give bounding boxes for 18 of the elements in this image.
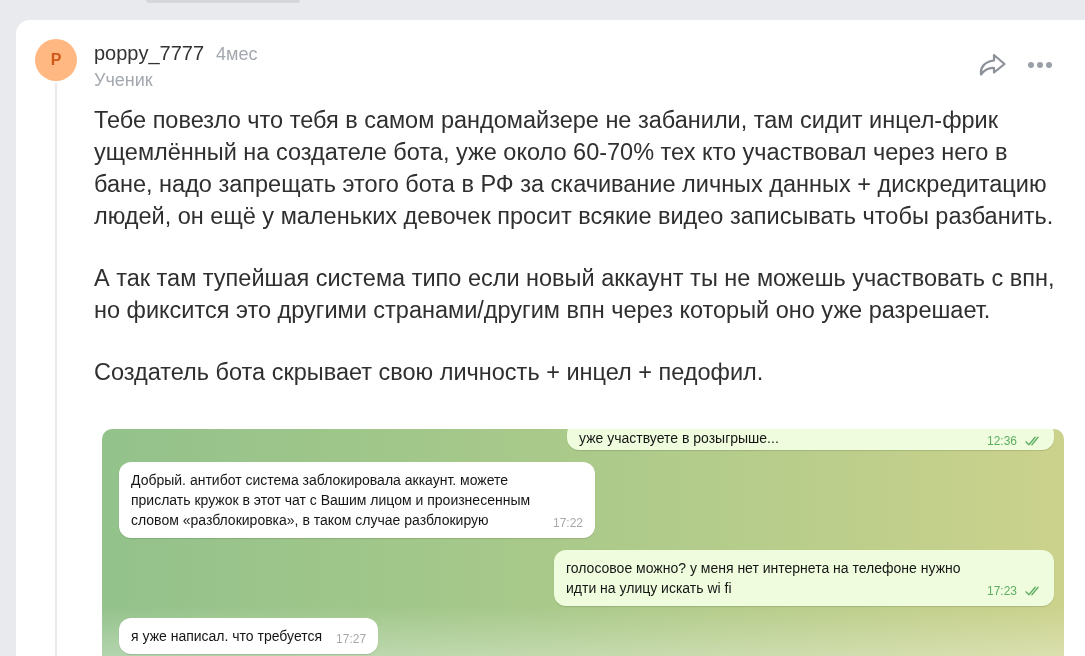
message-time: 17:27: [336, 631, 367, 648]
message-text: уже участвуете в розыгрыше...: [579, 429, 780, 448]
more-icon: [1028, 61, 1052, 68]
message-time: 12:36: [986, 433, 1017, 450]
share-button[interactable]: [978, 53, 1006, 76]
message-text: я уже написал. что требуется: [131, 627, 323, 646]
message-time: 17:22: [552, 515, 583, 532]
share-icon: [978, 53, 1006, 76]
username[interactable]: poppy_7777: [94, 41, 205, 65]
message-text: Добрый. антибот система заблокировала аккаунт. можете прислать кружок в этот чат с Вашим лицом и произнесенным словом «разблокировка», в таком случае разблокирую: [131, 471, 532, 530]
comment-paragraph: А так там тупейшая система типо если новый аккаунт ты не можешь участвовать с впн, но фиксится это другими странами/другим впн через который оно уже разрешает.: [94, 264, 1056, 325]
comment-paragraph: Тебе повезло что тебя в самом рандомайзере не забанили, там сидит инцел-фрик ущемлённый на создателе бота, уже около 60-70% тех кто участвовал через него в бане, надо запрещать этого бота в РФ за скачивание личных данных + дискредитацию людей, он ещё у маленьких девочек просит всякие видео записывать чтобы разбанить.: [94, 106, 1055, 231]
message-text: голосовое можно? у меня нет интернета на телефоне нужно идти на улицу искать wi fi: [566, 559, 962, 598]
message-time: 17:23: [986, 583, 1017, 600]
more-button[interactable]: [1028, 61, 1052, 68]
user-rank: Ученик: [94, 69, 154, 92]
post-time: 4мес: [216, 43, 258, 66]
comment-paragraph: Создатель бота скрывает свою личность + инцел + педофил.: [94, 358, 765, 387]
